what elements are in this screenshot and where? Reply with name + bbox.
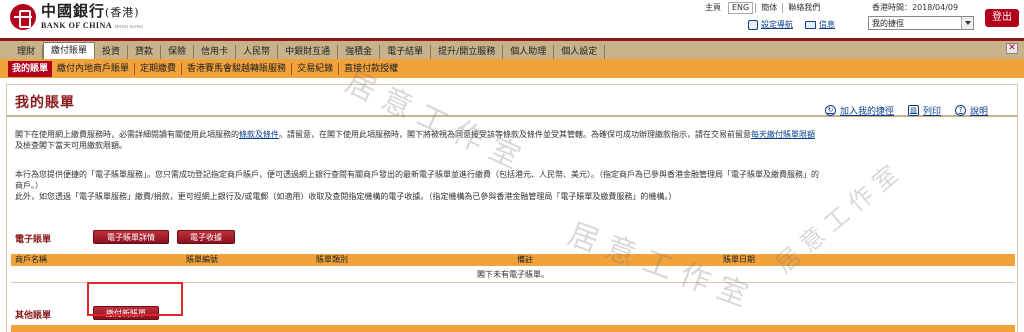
add-shortcut-link[interactable]: ↻ 加入我的捷徑: [825, 104, 894, 117]
logo-name-en: BANK OF CHINA HONG KONG: [41, 21, 144, 30]
terms-text-a: 閣下在使用網上繳費服務時，必需詳細閱讀有關使用此項服務的: [15, 130, 239, 139]
help-label: 說明: [970, 107, 989, 117]
other-bills-label: 其他賬單: [15, 311, 52, 321]
e-receipt-button[interactable]: 電子收據: [177, 230, 235, 244]
tab-upgrade-services[interactable]: 提升/開立服務: [431, 45, 504, 59]
messages-label: 信息: [819, 20, 835, 29]
terms-link[interactable]: 條款及條件: [239, 130, 279, 139]
logout-button[interactable]: 登出: [985, 9, 1019, 27]
chevron-down-icon[interactable]: [961, 17, 973, 29]
ebill-section-label: 電子賬單: [15, 235, 52, 245]
col-bill-number: 賬單編號: [186, 255, 218, 264]
ebill-table-empty: 閣下未有電子賬單。: [11, 267, 1015, 283]
tab-mpf[interactable]: 強積金: [338, 45, 381, 59]
link-home[interactable]: 主頁: [700, 3, 726, 13]
bank-logo[interactable]: 中國銀行(香港) BANK OF CHINA HONG KONG: [10, 3, 144, 30]
terms-text-b: 。請留意，在閣下使用此項服務時，閣下將被視為同意接受該等條款及條件並受其管轄。為…: [279, 130, 751, 139]
tab-e-statement[interactable]: 電子結單: [380, 45, 432, 59]
ebill-intro-line2: 商戶。）: [15, 181, 43, 190]
print-link[interactable]: ▤ 列印: [908, 104, 941, 117]
settings-nav-label: 設定導航: [761, 20, 793, 29]
help-icon: ?: [955, 105, 967, 116]
logo-name-cn-main: 中國銀行: [41, 2, 106, 20]
settings-nav-link[interactable]: 設定導航: [748, 19, 793, 30]
close-icon[interactable]: ✕: [1006, 43, 1018, 54]
subtab-direct-debit[interactable]: 直接付款授權: [339, 63, 403, 75]
ebill-intro-line3: 此外，如您透過「電子賬單服務」繳費/捐款，更可經網上銀行及/或電郵（如適用）收取…: [15, 192, 677, 201]
tab-rmb[interactable]: 人民幣: [236, 45, 279, 59]
page-actions: ↻ 加入我的捷徑 ▤ 列印 ? 說明: [825, 104, 1002, 117]
subtab-jockey-club-transfer[interactable]: 香港賽馬會駿越轉賬服務: [182, 62, 293, 75]
link-simplified[interactable]: 簡体: [755, 3, 782, 13]
print-label: 列印: [923, 107, 942, 117]
boc-logo-icon: [10, 3, 36, 30]
link-contact-us[interactable]: 聯絡我們: [782, 3, 825, 13]
logo-name-cn: 中國銀行(香港): [41, 3, 144, 21]
logo-name-cn-suffix: (香港): [105, 6, 140, 19]
col-bill-type: 賬單類別: [316, 255, 348, 264]
highlight-box: [87, 282, 183, 316]
logo-text: 中國銀行(香港) BANK OF CHINA HONG KONG: [41, 3, 144, 31]
shortcut-select-value: 我的捷徑: [872, 19, 904, 28]
subtab-my-bills[interactable]: 我的賬單: [8, 60, 53, 77]
tab-insurance[interactable]: 保險: [161, 45, 195, 59]
add-shortcut-icon: ↻: [825, 105, 836, 116]
messages-link[interactable]: 信息: [805, 19, 835, 30]
col-bill-date: 賬單日期: [723, 255, 755, 264]
col-merchant-name: 商戶名稱: [15, 255, 47, 264]
shortcut-select[interactable]: 我的捷徑: [868, 16, 974, 30]
terms-text-c: 及檢查閣下當天可用繳款限額。: [15, 141, 127, 150]
link-english[interactable]: ENG: [728, 2, 754, 14]
logo-name-en-main: BANK OF CHINA: [41, 21, 113, 30]
main-nav: 理財 繳付賬單 投資 貸款 保險 信用卡 人民幣 中銀財互通 強積金 電子結單 …: [0, 38, 1024, 59]
tab-boc-connect[interactable]: 中銀財互通: [278, 45, 339, 59]
ebill-details-button[interactable]: 電子賬單詳情: [93, 230, 169, 244]
tab-loans[interactable]: 貸款: [128, 45, 162, 59]
mail-icon: [805, 20, 816, 29]
print-icon: ▤: [908, 105, 920, 116]
tab-credit-card[interactable]: 信用卡: [194, 45, 237, 59]
tab-investment[interactable]: 投資: [95, 45, 129, 59]
settings-nav-icon: [748, 19, 758, 30]
header: 中國銀行(香港) BANK OF CHINA HONG KONG 主頁 ENG 簡…: [0, 0, 1024, 38]
col-remarks: 備註: [517, 255, 533, 264]
logo-name-en-suffix: HONG KONG: [115, 24, 144, 29]
ebill-intro-paragraph: 本行為您提供便捷的「電子賬單服務」。您只需成功登記指定商戶賬戶，便可透過網上銀行…: [15, 169, 1011, 202]
sub-nav: 我的賬單 繳付內地商戶賬單 定期繳費 香港賽馬會駿越轉賬服務 交易紀錄 直接付款…: [0, 59, 1024, 78]
subtab-transaction-record[interactable]: 交易紀錄: [292, 62, 340, 75]
daily-limit-link[interactable]: 每天繳付賬單限額: [751, 130, 815, 139]
settings-bar: 設定導航 信息: [748, 19, 847, 30]
ebill-intro-line1: 本行為您提供便捷的「電子賬單服務」。您只需成功登記指定商戶賬戶，便可透過網上銀行…: [15, 170, 819, 179]
hk-time: 香港時間：2018/04/09: [872, 3, 959, 12]
add-shortcut-label: 加入我的捷徑: [840, 107, 895, 117]
content-panel: 我的賬單 ↻ 加入我的捷徑 ▤ 列印 ? 說明 閣下在使用網上繳費服務時，必需詳細閱讀…: [6, 84, 1018, 332]
tab-personal-assistant[interactable]: 個人助理: [503, 45, 555, 59]
ebill-table-header: 商戶名稱 賬單編號 賬單類別 備註 賬單日期: [11, 254, 1015, 266]
subtab-mainland-bills[interactable]: 繳付內地商戶賬單: [52, 62, 136, 75]
tab-wealth[interactable]: 理財: [10, 45, 44, 59]
subtab-scheduled-payment[interactable]: 定期繳費: [135, 62, 183, 75]
bottom-bar: [11, 325, 1015, 332]
help-link[interactable]: ? 說明: [955, 104, 988, 117]
page-title: 我的賬單: [15, 95, 75, 111]
tab-pay-bills[interactable]: 繳付賬單: [43, 42, 96, 59]
tab-personal-settings[interactable]: 個人設定: [554, 45, 606, 59]
top-links: 主頁 ENG 簡体 聯絡我們: [700, 2, 825, 14]
terms-paragraph: 閣下在使用網上繳費服務時，必需詳細閱讀有關使用此項服務的條款及條件。請留意，在閣…: [15, 129, 1011, 151]
